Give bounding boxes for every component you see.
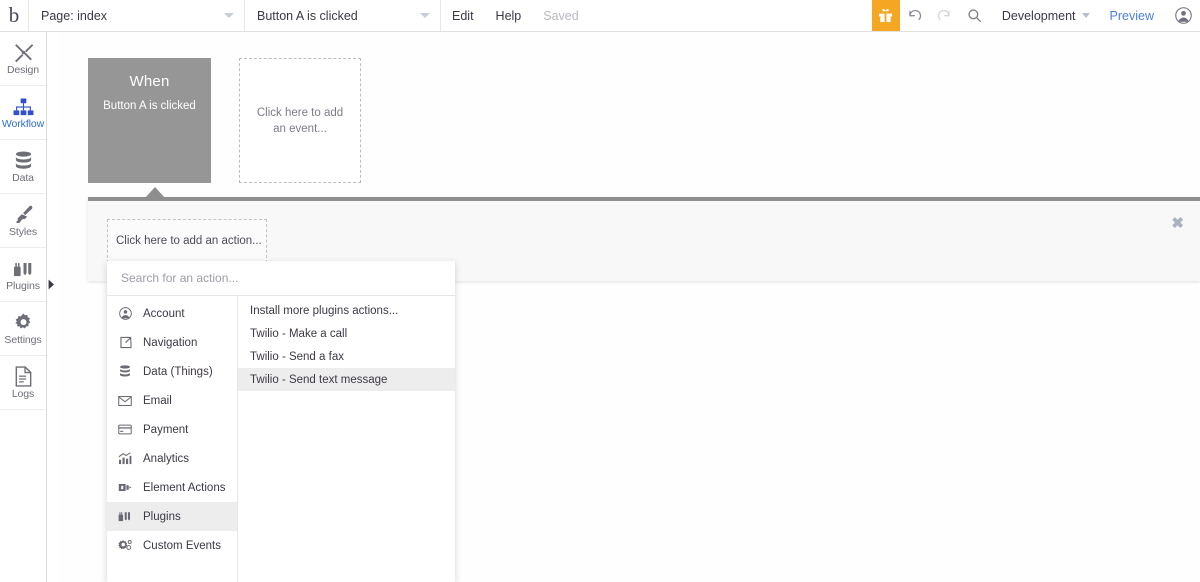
sidebar-item-label: Logs: [11, 388, 35, 400]
environment-selector[interactable]: Development: [990, 0, 1098, 31]
category-custom-events[interactable]: Custom Events: [107, 531, 237, 560]
add-event-placeholder[interactable]: Click here to add an event...: [239, 58, 361, 183]
action-search-dropdown: Account Navigation: [107, 261, 455, 582]
panel-pointer-arrow: [145, 187, 165, 198]
category-label: Payment: [143, 423, 189, 436]
action-item-install-plugins[interactable]: Install more plugins actions...: [238, 299, 455, 322]
edit-menu[interactable]: Edit: [441, 0, 485, 31]
category-data-things[interactable]: Data (Things): [107, 357, 237, 386]
environment-label: Development: [1001, 8, 1076, 23]
sidebar-item-label: Plugins: [6, 280, 40, 292]
action-item-label: Twilio - Make a call: [250, 327, 348, 340]
action-item-twilio-send-fax[interactable]: Twilio - Send a fax: [238, 345, 455, 368]
action-item-label: Twilio - Send text message: [250, 373, 388, 386]
expand-right-icon[interactable]: [47, 277, 56, 291]
category-label: Plugins: [143, 510, 181, 523]
sidebar-item-label: Settings: [4, 334, 42, 346]
category-element-actions[interactable]: Element Actions: [107, 473, 237, 502]
logo-letter: b: [8, 3, 20, 27]
action-category-list: Account Navigation Data (Things) Email P…: [107, 296, 238, 582]
gear-icon: [13, 311, 34, 333]
when-block-title: When: [129, 73, 170, 90]
email-icon: [117, 395, 133, 407]
category-email[interactable]: Email: [107, 386, 237, 415]
category-analytics[interactable]: Analytics: [107, 444, 237, 473]
action-item-twilio-make-call[interactable]: Twilio - Make a call: [238, 322, 455, 345]
edit-menu-label: Edit: [452, 8, 474, 23]
top-toolbar: b Page: index Button A is clicked Edit H…: [0, 0, 1200, 32]
database-icon: [117, 365, 133, 378]
saved-status-label: Saved: [543, 8, 579, 23]
category-navigation[interactable]: Navigation: [107, 328, 237, 357]
add-action-label: Click here to add an action...: [116, 235, 262, 247]
plugins-icon: [13, 257, 34, 279]
action-item-twilio-send-text[interactable]: Twilio - Send text message: [238, 368, 455, 391]
category-account[interactable]: Account: [107, 299, 237, 328]
action-search-input[interactable]: [119, 270, 419, 286]
sidebar-item-label: Design: [6, 64, 40, 76]
event-selector-label: Button A is clicked: [257, 8, 358, 23]
action-item-label: Install more plugins actions...: [250, 304, 399, 317]
analytics-chart-icon: [117, 452, 133, 465]
sidebar-item-plugins[interactable]: Plugins: [0, 248, 46, 302]
sidebar-item-label: Workflow: [1, 118, 45, 130]
event-selector[interactable]: Button A is clicked: [245, 0, 441, 31]
sidebar-item-settings[interactable]: Settings: [0, 302, 46, 356]
navigation-icon: [117, 336, 133, 349]
preview-button[interactable]: Preview: [1098, 0, 1166, 31]
action-item-list: Install more plugins actions... Twilio -…: [238, 296, 455, 582]
chevron-down-icon: [420, 13, 430, 18]
redo-icon[interactable]: [930, 0, 960, 31]
category-plugins[interactable]: Plugins: [107, 502, 237, 531]
when-block-subtitle: Button A is clicked: [103, 100, 196, 112]
help-menu-label: Help: [495, 8, 522, 23]
design-tools-icon: [13, 41, 34, 63]
add-event-label: Click here to add an event...: [256, 106, 344, 135]
sidebar-item-design[interactable]: Design: [0, 32, 46, 86]
category-label: Data (Things): [143, 365, 213, 378]
database-icon: [14, 149, 33, 171]
left-sidebar: Design Workflow Data Styles Plugins Sett…: [0, 32, 47, 582]
action-item-label: Twilio - Send a fax: [250, 350, 344, 363]
sidebar-item-label: Data: [12, 172, 34, 184]
category-label: Element Actions: [143, 481, 226, 494]
page-selector[interactable]: Page: index: [29, 0, 245, 31]
account-icon: [117, 307, 133, 320]
sidebar-item-data[interactable]: Data: [0, 140, 46, 194]
dropdown-body: Account Navigation Data (Things) Email P…: [107, 296, 455, 582]
category-label: Analytics: [143, 452, 190, 465]
category-label: Email: [143, 394, 172, 407]
paintbrush-icon: [13, 203, 34, 225]
close-icon[interactable]: ✖: [1171, 216, 1184, 231]
search-icon[interactable]: [960, 0, 990, 31]
sidebar-item-workflow[interactable]: Workflow: [0, 86, 46, 140]
credit-card-icon: [117, 424, 133, 435]
category-label: Custom Events: [143, 539, 221, 552]
user-avatar-icon[interactable]: [1166, 0, 1200, 31]
gift-icon[interactable]: [871, 0, 900, 31]
help-menu[interactable]: Help: [485, 0, 533, 31]
when-event-block[interactable]: When Button A is clicked: [88, 58, 211, 183]
document-icon: [15, 365, 32, 387]
category-label: Navigation: [143, 336, 198, 349]
undo-icon[interactable]: [900, 0, 930, 31]
category-label: Account: [143, 307, 185, 320]
add-action-placeholder[interactable]: Click here to add an action...: [107, 219, 267, 263]
sidebar-item-styles[interactable]: Styles: [0, 194, 46, 248]
preview-label: Preview: [1109, 8, 1154, 23]
saved-status: Saved: [532, 0, 589, 31]
sidebar-item-label: Styles: [9, 226, 37, 238]
chevron-down-icon: [224, 13, 234, 18]
action-search-row: [107, 261, 455, 296]
plugins-icon: [117, 510, 133, 523]
element-actions-icon: [117, 481, 133, 494]
bubble-logo[interactable]: b: [0, 0, 29, 31]
category-payment[interactable]: Payment: [107, 415, 237, 444]
custom-events-icon: [117, 539, 133, 552]
chevron-down-icon: [1081, 13, 1090, 18]
workflow-tree-icon: [13, 95, 34, 117]
sidebar-item-logs[interactable]: Logs: [0, 356, 46, 410]
page-selector-label: Page: index: [41, 8, 108, 23]
